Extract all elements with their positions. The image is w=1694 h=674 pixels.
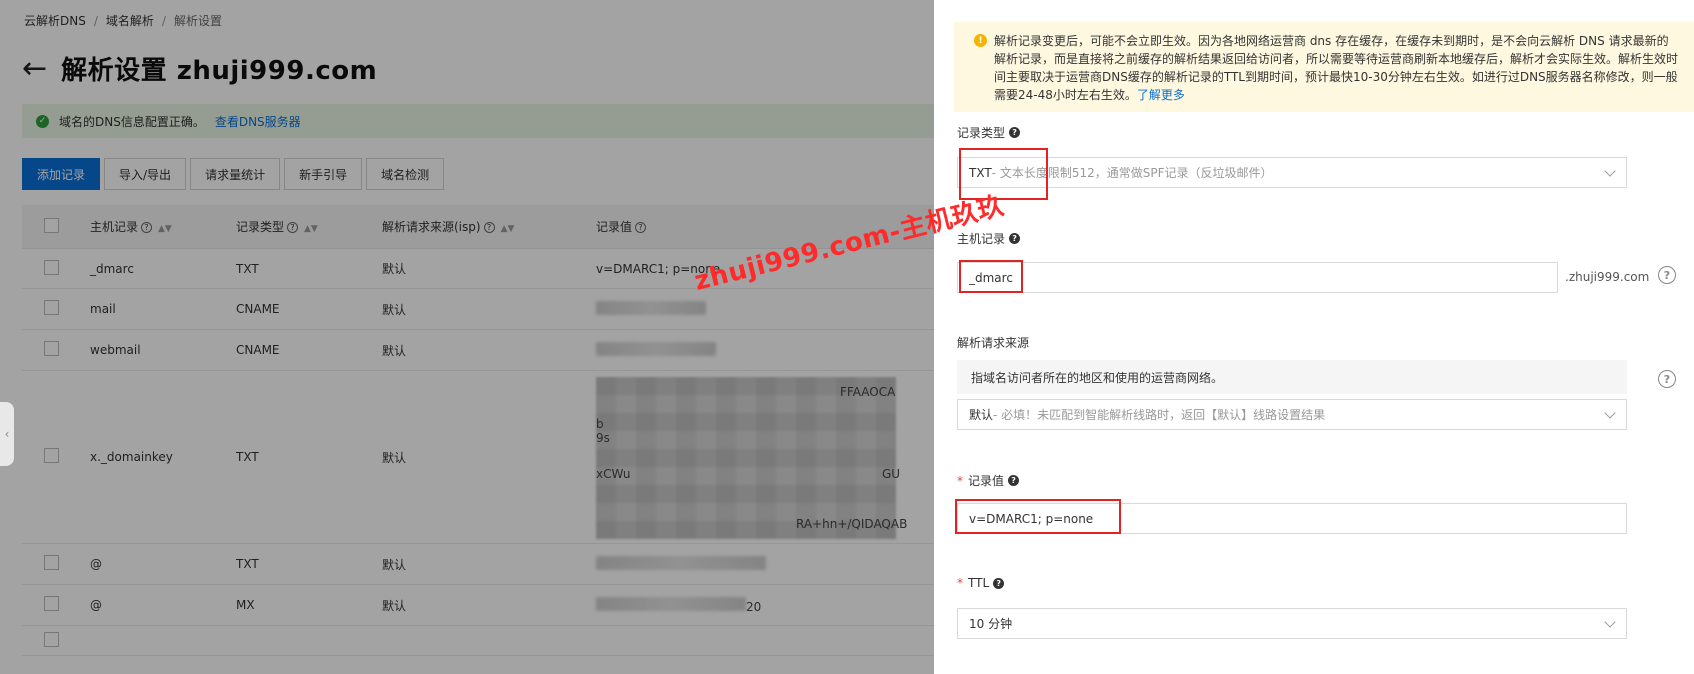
tip-text: 解析记录变更后，可能不会立即生效。因为各地网络运营商 dns 存在缓存，在缓存未… [994, 34, 1679, 102]
ttl-label: * TTL? [957, 576, 1005, 590]
dns-record-list-page: 云解析DNS / 域名解析 / 解析设置 ← 解析设置 zhuji999.com ✓ 域… [0, 0, 934, 674]
chevron-down-icon [1604, 407, 1616, 419]
highlight-box [955, 499, 1121, 534]
help-circle-icon[interactable]: ? [1658, 266, 1676, 284]
help-icon[interactable]: ? [1008, 475, 1020, 486]
record-type-select[interactable]: TXT - 文本长度限制512，通常做SPF记录（反垃圾邮件） [957, 157, 1627, 188]
chevron-down-icon [1604, 616, 1616, 628]
host-input[interactable] [957, 262, 1558, 293]
warning-icon: ! [974, 34, 987, 47]
ttl-value: 10 分钟 [969, 617, 1013, 631]
highlight-box [959, 260, 1023, 293]
domain-suffix: .zhuji999.com [1565, 270, 1650, 284]
help-circle-icon[interactable]: ? [1658, 370, 1676, 388]
isp-select[interactable]: 默认 - 必填！未匹配到智能解析线路时，返回【默认】线路设置结果 [957, 399, 1627, 430]
modal-overlay[interactable] [0, 0, 934, 674]
edit-record-drawer: ! 解析记录变更后，可能不会立即生效。因为各地网络运营商 dns 存在缓存，在缓… [934, 0, 1694, 674]
help-icon[interactable]: ? [993, 577, 1005, 589]
isp-value: 默认 [969, 408, 994, 422]
isp-hint: - 必填！未匹配到智能解析线路时，返回【默认】线路设置结果 [993, 408, 1326, 422]
help-icon[interactable]: ? [1009, 233, 1021, 244]
chevron-left-icon[interactable]: ‹ [0, 402, 14, 466]
isp-description: 指域名访问者所在的地区和使用的运营商网络。 [957, 360, 1627, 394]
host-label: 主机记录? [957, 230, 1021, 247]
propagation-tip: ! 解析记录变更后，可能不会立即生效。因为各地网络运营商 dns 存在缓存，在缓… [954, 22, 1694, 112]
help-icon[interactable]: ? [1009, 127, 1021, 138]
record-type-label: 记录类型? [957, 124, 1021, 141]
isp-label: 解析请求来源 [957, 336, 1030, 350]
ttl-select[interactable]: 10 分钟 [957, 608, 1627, 639]
chevron-down-icon [1604, 165, 1616, 177]
learn-more-link[interactable]: 了解更多 [1137, 88, 1185, 102]
record-value-label: * 记录值? [957, 472, 1020, 489]
